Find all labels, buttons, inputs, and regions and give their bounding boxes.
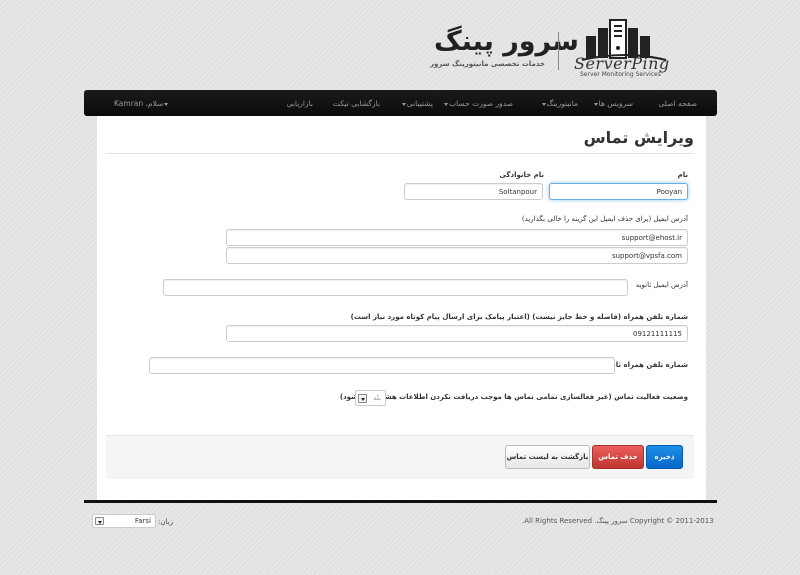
last-name-label: نام خانوادگی [499, 171, 544, 179]
nav-services[interactable]: سرویس ها [593, 99, 633, 108]
nav-open-ticket[interactable]: بازگشایی تیکت [333, 99, 380, 108]
mobile-label: شماره تلفن همراه (فاصله و خط جایز نیست) … [350, 313, 688, 321]
secondary-email-label: آدرس ایمیل ثانویه [635, 281, 688, 289]
caret-down-icon [541, 102, 546, 106]
logo-fa-subtitle: خدمات تخصصی مانیتورینگ سرور [430, 60, 545, 68]
nav-billing[interactable]: صدور صورت حساب [443, 99, 513, 108]
caret-down-icon [401, 102, 406, 106]
nav-monitoring[interactable]: مانیتورینگ [541, 99, 578, 108]
email-field-2[interactable] [226, 247, 688, 264]
back-to-contacts-button[interactable]: بازگشت به لیست تماس [505, 445, 590, 469]
language-select-value: Farsi [134, 517, 151, 525]
nav-home[interactable]: صفحه اصلی [658, 99, 697, 108]
title-divider [106, 153, 694, 154]
logo-en-subtitle: Server Monitoring Services [580, 71, 661, 78]
caret-down-icon [444, 102, 449, 106]
secondary-mobile-input[interactable] [149, 357, 615, 374]
caret-down-icon [593, 102, 598, 106]
email-field-1[interactable] [226, 229, 688, 246]
language-label: زبان: [158, 518, 173, 526]
secondary-email-input[interactable] [163, 279, 628, 296]
nav-affiliates[interactable]: بازاریابی [287, 99, 313, 108]
nav-account-menu[interactable]: سلام، Kamran [114, 99, 169, 108]
save-button[interactable]: ذخیره [646, 445, 683, 469]
language-select[interactable]: Farsi [92, 514, 156, 528]
nav-support[interactable]: پشتیبانی [401, 99, 433, 108]
page-title: ویرایش تماس [583, 128, 694, 147]
status-select[interactable]: بله [355, 390, 386, 406]
chevron-down-icon [95, 517, 104, 525]
copyright-text: Copyright © 2011-2013 سرور پینگ. All Rig… [522, 517, 714, 525]
email-label: آدرس ایمیل (برای حذف ایمیل این گزینه را … [521, 215, 688, 223]
status-label: وضعیت فعالیت تماس (غیر فعالسازی تمامی تم… [339, 393, 688, 401]
caret-down-icon [164, 102, 169, 106]
delete-contact-button[interactable]: حذف تماس [592, 445, 644, 469]
first-name-input[interactable] [549, 183, 688, 200]
logo-divider [558, 32, 559, 70]
first-name-label: نام [677, 171, 688, 179]
chevron-down-icon [358, 394, 367, 403]
last-name-input[interactable] [404, 183, 543, 200]
mobile-input[interactable] [226, 325, 688, 342]
footer-divider [84, 500, 717, 503]
status-select-value: بله [372, 394, 381, 402]
main-navbar: صفحه اصلی سرویس ها مانیتورینگ صدور صورت … [84, 90, 717, 116]
site-logo[interactable]: سرور پینگ خدمات تخصصی مانیتورینگ سرور Se… [430, 14, 675, 80]
